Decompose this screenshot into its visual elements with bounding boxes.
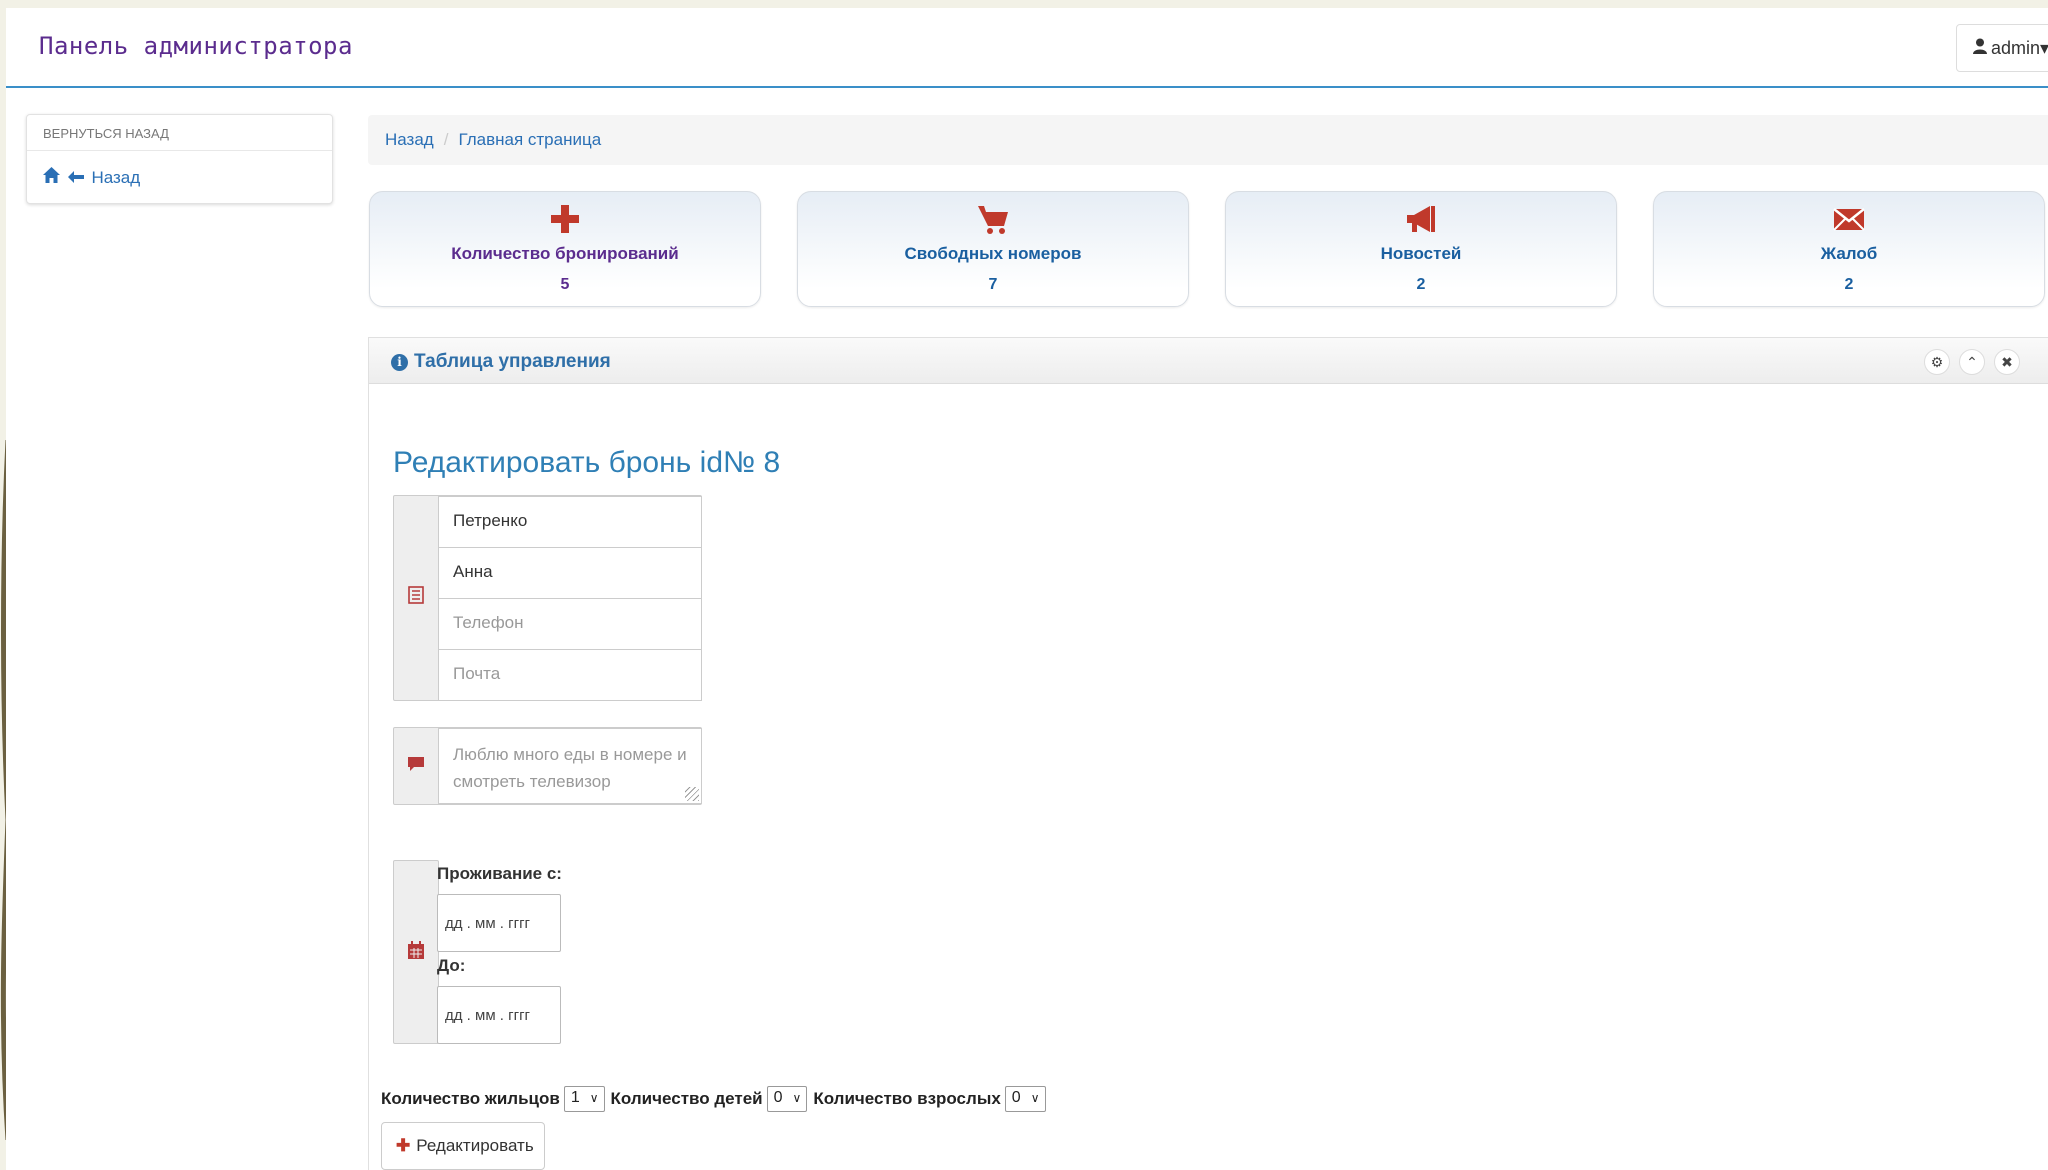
surname-field[interactable]: Петренко (438, 496, 702, 548)
sidebar-heading: ВЕРНУТЬСЯ НАЗАД (27, 115, 332, 151)
stat-value: 2 (1416, 276, 1426, 293)
children-label: Количество детей (610, 1089, 763, 1108)
edit-submit-button[interactable]: ✚ Редактировать (381, 1122, 545, 1170)
stat-label: Свободных номеров (904, 244, 1082, 263)
stat-card-free-rooms[interactable]: Свободных номеров 7 (797, 191, 1189, 307)
user-name: admin (1991, 38, 2041, 58)
resize-handle-icon[interactable] (685, 787, 699, 801)
sidebar-back-label: Назад (91, 168, 141, 187)
admin-app: Панель администратора admin▾ ВЕРНУТЬСЯ Н… (6, 8, 2048, 1170)
chevron-down-icon: ∨ (589, 1091, 599, 1105)
adults-label: Количество взрослых (813, 1089, 1001, 1108)
name-field[interactable]: Анна (438, 547, 702, 599)
panel-header: i Таблица управления ⚙ ⌃ ✖ (369, 338, 2048, 384)
stat-value: 5 (560, 276, 570, 293)
list-icon (394, 586, 438, 609)
date-to-input[interactable]: дд . мм . гггг (437, 986, 561, 1044)
user-icon (1973, 38, 1987, 59)
stat-value: 7 (988, 276, 998, 293)
home-icon (43, 167, 65, 187)
envelope-icon (1833, 208, 1865, 231)
plus-icon (551, 205, 579, 233)
contact-group: Петренко Анна Телефон Почта (393, 495, 702, 701)
comment-group: Люблю много еды в номере и смотреть теле… (393, 727, 702, 805)
cart-icon (978, 206, 1008, 234)
date-from-label: Проживание с: (437, 864, 562, 883)
stat-value: 2 (1844, 276, 1854, 293)
comment-icon (394, 756, 438, 777)
comment-placeholder: Люблю много еды в номере и смотреть теле… (453, 745, 687, 791)
date-to-label: До: (437, 956, 466, 975)
stat-card-bookings[interactable]: Количество бронирований 5 (369, 191, 761, 307)
top-navbar: Панель администратора admin▾ (6, 8, 2048, 88)
breadcrumb-home[interactable]: Главная страница (458, 130, 601, 149)
info-icon: i (391, 354, 408, 371)
chevron-down-icon: ∨ (792, 1091, 802, 1105)
chevron-down-icon: ∨ (1030, 1091, 1040, 1105)
close-icon[interactable]: ✖ (1994, 349, 2020, 375)
stat-label: Количество бронирований (451, 244, 679, 263)
chevron-down-icon: ▾ (2040, 38, 2048, 58)
adults-value: 0 (1011, 1089, 1021, 1106)
edit-submit-label: Редактировать (416, 1136, 534, 1155)
sidebar-back-link[interactable]: Назад (27, 151, 332, 188)
residents-select[interactable]: 1 ∨ (563, 1086, 605, 1112)
comment-textarea[interactable]: Люблю много еды в номере и смотреть теле… (438, 728, 702, 804)
phone-field[interactable]: Телефон (438, 598, 702, 650)
counts-row: Количество жильцов 1 ∨ Количество детей 0… (381, 1086, 1052, 1112)
breadcrumb-back[interactable]: Назад (385, 130, 434, 149)
megaphone-icon (1407, 206, 1435, 232)
adults-select[interactable]: 0 ∨ (1004, 1086, 1046, 1112)
panel-title: i Таблица управления (391, 351, 611, 373)
stat-label: Жалоб (1820, 244, 1878, 263)
residents-value: 1 (570, 1089, 580, 1106)
date-from-input[interactable]: дд . мм . гггг (437, 894, 561, 952)
page-title: Редактировать бронь id№ 8 (393, 446, 781, 479)
email-field[interactable]: Почта (438, 649, 702, 701)
collapse-icon[interactable]: ⌃ (1959, 349, 1985, 375)
children-select[interactable]: 0 ∨ (766, 1086, 808, 1112)
user-menu-button[interactable]: admin▾ (1956, 24, 2048, 72)
sidebar-panel: ВЕРНУТЬСЯ НАЗАД Назад (26, 114, 333, 204)
panel-title-text: Таблица управления (414, 351, 611, 372)
stat-card-complaints[interactable]: Жалоб 2 (1653, 191, 2045, 307)
arrow-left-icon (67, 168, 89, 187)
control-panel: i Таблица управления ⚙ ⌃ ✖ Редактировать … (368, 337, 2048, 1170)
breadcrumb-separator: / (443, 130, 449, 149)
children-value: 0 (773, 1089, 783, 1106)
dates-group (393, 860, 439, 1044)
brand-title[interactable]: Панель администратора (39, 32, 353, 60)
residents-label: Количество жильцов (381, 1089, 560, 1108)
plus-icon: ✚ (396, 1136, 411, 1155)
stat-card-news[interactable]: Новостей 2 (1225, 191, 1617, 307)
calendar-icon (394, 941, 438, 964)
breadcrumb: Назад / Главная страница (368, 115, 2048, 165)
gear-icon[interactable]: ⚙ (1924, 349, 1950, 375)
stat-label: Новостей (1380, 244, 1462, 263)
